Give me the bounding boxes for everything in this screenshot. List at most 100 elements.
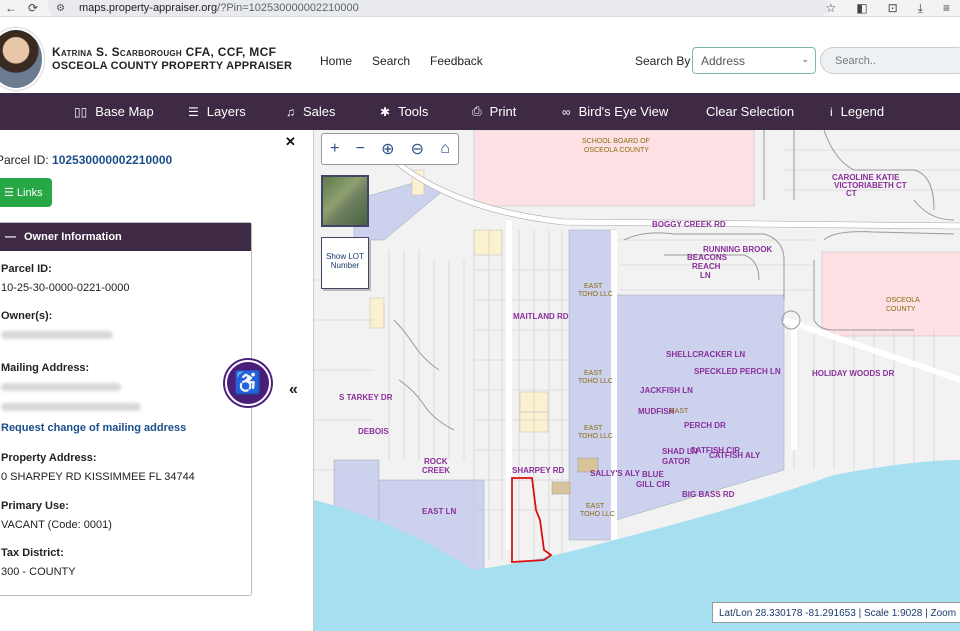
browser-actions: ☆ ◧ ⊡ ⤓ ≡ <box>826 0 960 16</box>
site-header: Katrina S. Scarborough CFA, CCF, MCF OSC… <box>0 17 960 93</box>
close-icon[interactable]: ✕ <box>285 134 296 150</box>
gear-icon: ✱ <box>380 104 391 119</box>
link-icon: ☰ <box>4 187 17 199</box>
map-label: BEACONS <box>687 253 728 262</box>
map-label: S TARKEY DR <box>339 393 393 402</box>
map-label: DEBOIS <box>358 427 389 436</box>
mailing-line-redacted <box>1 403 141 411</box>
primary-use-label: Primary Use: <box>1 500 69 512</box>
map-label: SHARPEY RD <box>512 466 565 475</box>
map-label: EAST LN <box>422 507 456 516</box>
tool-label: Layers <box>206 104 246 119</box>
tool-legend[interactable]: i Legend <box>830 104 884 119</box>
map-label: CATFISH ALY <box>709 451 761 460</box>
map-label: SHELLCRACKER LN <box>666 350 745 359</box>
parcel-id-line: Parcel ID: 102530000002210000 <box>0 153 172 167</box>
map-label: EAST <box>584 283 603 290</box>
map-label: OSCEOLA <box>886 297 920 304</box>
tool-label: Print <box>489 104 517 119</box>
accessibility-icon[interactable]: ♿ <box>225 360 271 406</box>
collapse-panel-icon[interactable]: « <box>289 381 298 399</box>
chevron-down-icon: ⌄ <box>801 54 809 64</box>
map-label: EAST <box>586 503 605 510</box>
star-icon[interactable]: ☆ <box>826 0 837 16</box>
map-label: BLUE <box>642 470 664 479</box>
request-change-link[interactable]: Request change of mailing address <box>1 422 186 434</box>
menu-icon[interactable]: ≡ <box>943 0 950 16</box>
map-label: GATOR <box>662 457 690 466</box>
tool-birds-eye[interactable]: ∞ Bird's Eye View <box>562 104 668 119</box>
map-label: EAST <box>584 425 603 432</box>
layers-icon: ☰ <box>188 104 199 119</box>
lens-icon[interactable]: ⊡ <box>888 0 898 16</box>
parcel-id-field-value: 10-25-30-0000-0221-0000 <box>1 282 130 294</box>
owner-name-redacted <box>1 331 113 339</box>
download-icon[interactable]: ⤓ <box>918 0 923 16</box>
tax-district-label: Tax District: <box>1 547 64 559</box>
zoom-in-icon[interactable]: + <box>330 140 339 158</box>
mailing-line-redacted <box>1 383 121 391</box>
property-address-value: 0 SHARPEY RD KISSIMMEE FL 34744 <box>1 471 195 483</box>
tool-label: Tools <box>398 104 429 119</box>
tool-base-map[interactable]: ▯▯ Base Map <box>74 104 154 119</box>
top-nav: Home Search Feedback <box>320 54 483 68</box>
tool-print[interactable]: ⎙ Print <box>472 104 516 119</box>
back-icon[interactable]: ← <box>0 1 22 15</box>
map-label: TOHO LLC <box>578 291 613 298</box>
tool-clear-selection[interactable]: Clear Selection <box>706 104 794 119</box>
map-toolbar: ▯▯ Base Map ☰ Layers ♫ Sales ✱ Tools ⎙ Print … <box>0 93 960 130</box>
zoom-box-in-icon[interactable]: ⊕ <box>381 139 394 159</box>
map-label: TOHO LLC <box>578 433 613 440</box>
mailing-address-label: Mailing Address: <box>1 362 90 374</box>
parcel-map[interactable]: SCHOOL BOARD OF OSCEOLA COUNTY BOGGY CRE… <box>313 130 960 631</box>
home-icon[interactable]: ⌂ <box>440 140 450 158</box>
links-button[interactable]: ☰ Links <box>0 178 52 207</box>
map-label: BOGGY CREEK RD <box>652 220 726 229</box>
tool-label: Sales <box>303 104 336 119</box>
primary-use-value: VACANT (Code: 0001) <box>1 519 112 531</box>
zoom-box-out-icon[interactable]: ⊖ <box>411 139 424 159</box>
search-by-label: Search By <box>635 54 691 68</box>
address-bar[interactable]: ⚙ maps.property-appraiser.org /?Pin=1025… <box>48 0 828 16</box>
appraiser-name: Katrina S. Scarborough CFA, CCF, MCF <box>52 45 277 59</box>
owner-card-header[interactable]: — Owner Information <box>0 223 251 251</box>
browser-bar: ← ⟳ ⚙ maps.property-appraiser.org /?Pin=… <box>0 0 960 17</box>
tax-district-value: 300 - COUNTY <box>1 566 76 578</box>
parcel-id-link[interactable]: 102530000002210000 <box>52 153 172 167</box>
zoom-out-icon[interactable]: − <box>356 140 365 158</box>
avatar <box>0 28 44 90</box>
url-host: maps.property-appraiser.org <box>78 2 218 14</box>
map-icon: ▯▯ <box>74 104 88 119</box>
satellite-basemap-thumbnail[interactable] <box>321 175 369 227</box>
reload-icon[interactable]: ⟳ <box>22 1 44 15</box>
tool-layers[interactable]: ☰ Layers <box>188 104 246 119</box>
map-canvas[interactable]: SCHOOL BOARD OF OSCEOLA COUNTY BOGGY CRE… <box>314 130 960 631</box>
owner-information-card: — Owner Information Parcel ID: 10-25-30-0… <box>0 222 252 596</box>
show-lot-number-button[interactable]: Show LOT Number <box>321 237 369 289</box>
tool-tools[interactable]: ✱ Tools <box>380 104 428 119</box>
map-label: BETH CT <box>872 181 907 190</box>
map-label: REACH <box>692 262 721 271</box>
map-label: COUNTY <box>886 306 916 313</box>
map-label: TOHO LLC <box>578 378 613 385</box>
parcel-id-field-label: Parcel ID: <box>1 263 52 275</box>
map-label: EAST <box>584 370 603 377</box>
tool-sales[interactable]: ♫ Sales <box>286 104 336 119</box>
nav-feedback-link[interactable]: Feedback <box>430 54 483 68</box>
search-input[interactable]: Search.. <box>820 47 960 74</box>
nav-search-link[interactable]: Search <box>372 54 410 68</box>
map-label: HOLIDAY WOODS DR <box>812 369 894 378</box>
tool-label: Clear Selection <box>706 104 795 119</box>
owner-card-title: Owner Information <box>24 231 122 243</box>
search-by-select[interactable]: Address ⌄ <box>692 47 816 74</box>
nav-home-link[interactable]: Home <box>320 54 352 68</box>
map-label: MAITLAND RD <box>513 312 569 321</box>
coordinate-scale-readout: Lat/Lon 28.330178 -81.291653 | Scale 1:9… <box>712 602 960 623</box>
extension-icon[interactable]: ◧ <box>856 0 867 16</box>
map-label: TOHO LLC <box>580 511 615 518</box>
links-label: Links <box>16 187 43 199</box>
map-label: CT <box>846 189 857 198</box>
tool-label: Base Map <box>95 104 154 119</box>
site-info-icon[interactable]: ⚙ <box>56 3 65 14</box>
binoculars-icon: ∞ <box>562 104 571 119</box>
